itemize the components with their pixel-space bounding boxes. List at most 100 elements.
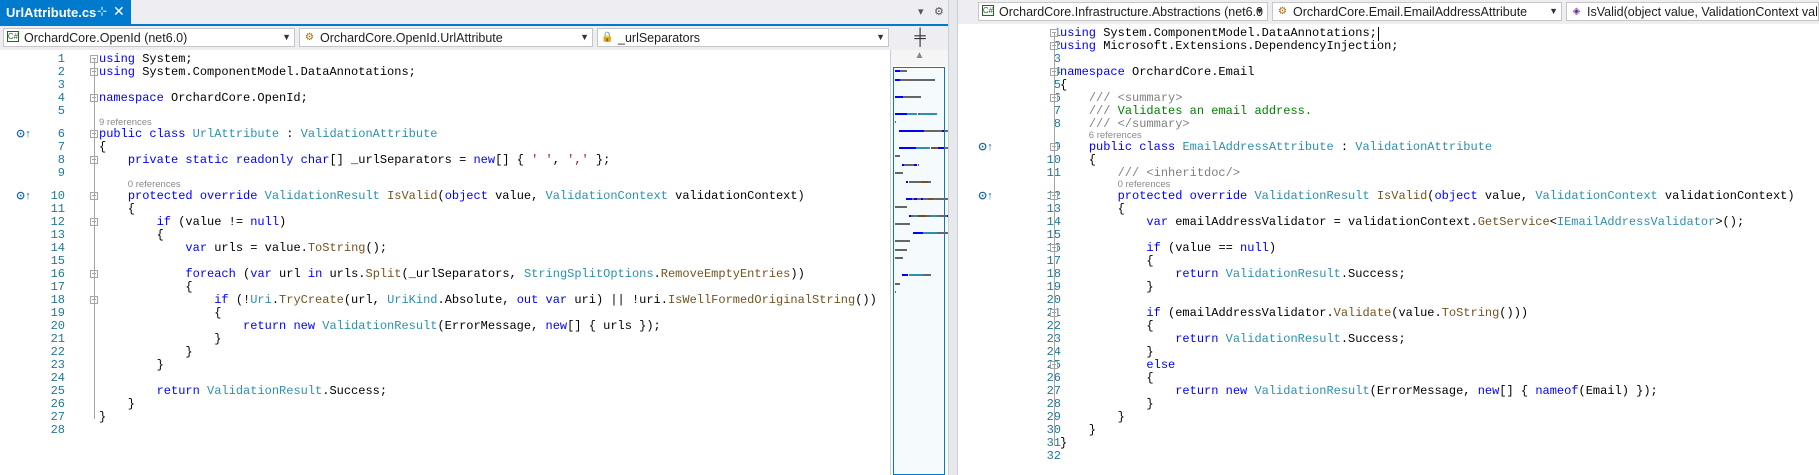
minimap-scrollbar[interactable]: ▲: [890, 50, 948, 475]
tab-urlattribute[interactable]: UrlAttribute.cs ⊹ ✕: [0, 0, 131, 26]
code-line[interactable]: }: [99, 359, 164, 372]
code-token: return: [1175, 332, 1226, 346]
minimap-line: [895, 95, 904, 98]
minimap-line: [904, 163, 914, 166]
code-token: new: [545, 319, 568, 333]
minimap-line: [920, 112, 938, 115]
code-line[interactable]: }: [1060, 437, 1067, 450]
code-token: {: [99, 280, 193, 294]
code-line[interactable]: protected override ValidationResult IsVa…: [99, 190, 805, 203]
code-token: ValidationResult: [1225, 267, 1341, 281]
code-line[interactable]: public class UrlAttribute : ValidationAt…: [99, 128, 437, 141]
code-token: (emailAddressValidator.: [1160, 306, 1334, 320]
split-window-button[interactable]: ╪: [903, 28, 937, 47]
override-glyph-icon[interactable]: ⊙↑: [978, 140, 993, 153]
code-token: return new: [1175, 384, 1255, 398]
code-line[interactable]: var emailAddressValidator = validationCo…: [1060, 216, 1744, 229]
csharp-project-icon: C#: [7, 31, 19, 42]
line-number: 28: [50, 423, 65, 437]
override-glyph-icon[interactable]: ⊙↑: [16, 127, 31, 140]
project-dropdown[interactable]: C# OrchardCore.Infrastructure.Abstractio…: [978, 2, 1268, 21]
override-glyph-icon[interactable]: ⊙↑: [978, 189, 993, 202]
minimap-line: [915, 146, 931, 149]
code-token: }: [1060, 423, 1097, 437]
project-dropdown-value: OrchardCore.Infrastructure.Abstractions …: [999, 5, 1264, 19]
code-line[interactable]: }: [1060, 281, 1153, 294]
code-line[interactable]: protected override ValidationResult IsVa…: [1060, 190, 1795, 203]
code-token: namespace: [99, 91, 164, 105]
code-token: [] _urlSeparators =: [329, 153, 474, 167]
code-token: null: [1240, 241, 1269, 255]
member-dropdown[interactable]: 🔒 _urlSeparators ▼: [597, 28, 889, 47]
code-editor[interactable]: 1 using System; 2 using System.ComponentMod…: [0, 50, 890, 475]
minimap-viewport[interactable]: [893, 67, 945, 475]
code-token: Microsoft.Extensions.DependencyInjection…: [1096, 39, 1399, 53]
gear-icon[interactable]: ⚙: [934, 5, 944, 18]
type-dropdown[interactable]: ⚙ OrchardCore.Email.EmailAddressAttribut…: [1272, 2, 1562, 21]
override-glyph-icon[interactable]: ⊙↑: [16, 189, 31, 202]
minimap-line: [908, 274, 923, 276]
close-icon[interactable]: ✕: [113, 3, 125, 20]
left-editor-pane: UrlAttribute.cs ⊹ ✕ ▾ ⚙ C# OrchardCore.O…: [0, 0, 948, 475]
tab-overflow-icon[interactable]: ▾: [918, 5, 924, 18]
type-dropdown-value: OrchardCore.Email.EmailAddressAttribute: [1293, 5, 1528, 19]
pane-splitter[interactable]: [948, 0, 958, 475]
code-token: EmailAddressAttribute: [1182, 140, 1334, 154]
code-token: )): [790, 267, 805, 281]
code-line[interactable]: private static readonly char[] _urlSepar…: [99, 153, 611, 167]
code-token: IEmailAddressValidator: [1556, 215, 1716, 229]
code-token: .Absolute,: [437, 293, 517, 307]
code-token: {: [1060, 153, 1097, 167]
code-token: return new: [243, 319, 323, 333]
code-token: }: [99, 410, 107, 424]
member-dropdown[interactable]: ◈ IsValid(object value, ValidationContex…: [1566, 2, 1819, 21]
code-line[interactable]: using System.ComponentModel.DataAnnotati…: [99, 66, 416, 79]
code-token: new: [1477, 384, 1500, 398]
chevron-down-icon: ▼: [1255, 6, 1264, 16]
code-token: ValidationResult: [322, 319, 438, 333]
code-token: OrchardCore.OpenId;: [163, 91, 308, 105]
scroll-up-icon[interactable]: ▲: [891, 50, 948, 66]
code-token: public class: [99, 127, 193, 141]
code-token: ,: [552, 153, 568, 167]
minimap-line: [903, 95, 922, 98]
class-icon: ⚙: [305, 31, 314, 43]
code-line[interactable]: namespace OrchardCore.OpenId;: [99, 92, 308, 105]
code-line[interactable]: using Microsoft.Extensions.DependencyInj…: [1060, 40, 1398, 53]
code-line[interactable]: return ValidationResult.Success;: [99, 385, 387, 398]
type-dropdown[interactable]: ⚙ OrchardCore.OpenId.UrlAttribute ▼: [299, 28, 593, 47]
project-dropdown[interactable]: C# OrchardCore.OpenId (net6.0) ▼: [3, 28, 295, 47]
minimap-line: [917, 163, 919, 166]
code-token: IsWellFormedOriginalString: [667, 293, 856, 307]
code-line[interactable]: }: [99, 411, 106, 424]
code-token: value,: [487, 189, 546, 203]
code-editor[interactable]: 1using System.ComponentModel.DataAnnotat…: [958, 24, 1819, 475]
code-token: validationContext): [1657, 189, 1795, 203]
pin-icon[interactable]: ⊹: [97, 4, 107, 18]
minimap-line: [898, 129, 924, 132]
code-token: {: [1060, 202, 1125, 216]
code-token: var: [1146, 215, 1169, 229]
code-line[interactable]: foreach (var url in urls.Split(_urlSepar…: [99, 267, 805, 281]
code-line[interactable]: var urls = value.ToString();: [99, 242, 387, 255]
code-token: (: [235, 267, 251, 281]
code-line[interactable]: namespace OrchardCore.Email: [1060, 66, 1254, 79]
code-token: ): [279, 215, 287, 229]
code-token: Validates an email address.: [1110, 104, 1313, 118]
code-token: }: [1060, 397, 1154, 411]
code-token: ValidationResult: [264, 189, 380, 203]
chevron-down-icon: ▼: [876, 32, 885, 42]
code-token: [] { urls });: [567, 319, 661, 333]
code-token: private static readonly char: [127, 153, 330, 167]
code-token: /// <inheritdoc/>: [1117, 166, 1241, 180]
minimap-line: [895, 172, 904, 174]
code-token: (value ==: [1160, 241, 1241, 255]
code-line[interactable]: public class EmailAddressAttribute : Val…: [1060, 141, 1492, 154]
minimap-line: [895, 206, 907, 208]
tab-title: UrlAttribute.cs: [6, 5, 97, 20]
method-icon: ◈: [1572, 5, 1581, 17]
code-token: :: [279, 127, 301, 141]
